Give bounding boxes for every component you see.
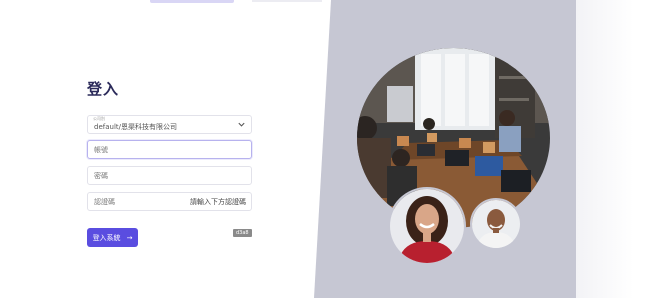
account-placeholder: 帳號 <box>94 146 108 154</box>
captcha-placeholder: 認證碼 <box>94 198 115 206</box>
company-select-label: 公司別 <box>93 116 105 121</box>
top-nav-indicator <box>150 0 234 3</box>
login-submit-button[interactable]: 登入系統 → <box>87 228 138 247</box>
woman-illustration <box>390 189 464 263</box>
hero-panel-shade <box>576 0 672 298</box>
company-select-value: default/恩渠科技有限公司 <box>94 123 177 131</box>
man-avatar <box>470 198 522 250</box>
company-select[interactable]: default/恩渠科技有限公司 <box>87 115 252 134</box>
password-input[interactable]: 密碼 <box>87 166 252 185</box>
login-title: 登入 <box>87 80 120 98</box>
woman-avatar <box>388 187 466 265</box>
man-illustration <box>472 200 520 248</box>
arrow-right-icon: → <box>126 233 133 242</box>
top-nav-divider <box>252 0 322 2</box>
password-placeholder: 密碼 <box>94 172 108 180</box>
captcha-image[interactable]: d3a8 <box>233 229 252 237</box>
captcha-hint: 請輸入下方認證碼 <box>190 198 246 206</box>
chevron-down-icon <box>238 122 245 127</box>
account-input[interactable]: 帳號 <box>87 140 252 159</box>
login-submit-label: 登入系統 <box>92 233 121 242</box>
captcha-input[interactable]: 認證碼 請輸入下方認證碼 <box>87 192 252 211</box>
